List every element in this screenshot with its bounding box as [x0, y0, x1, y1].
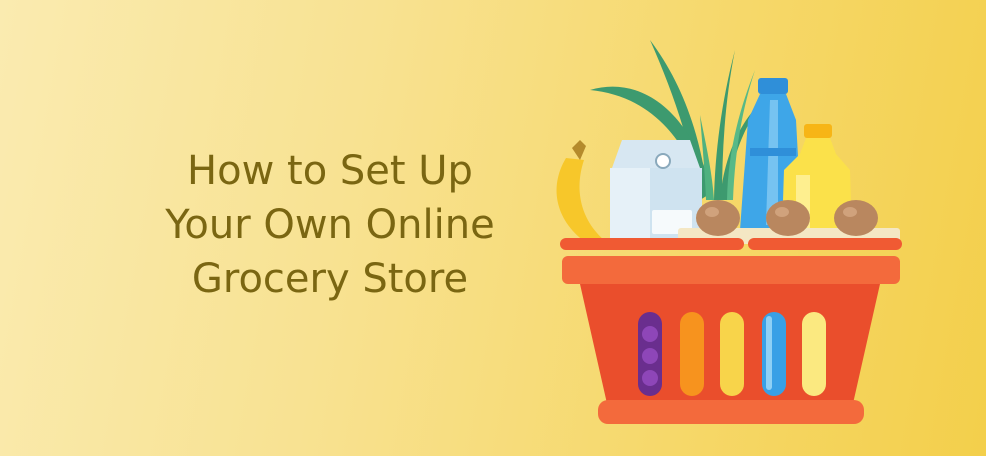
basket-rim — [562, 256, 900, 284]
egg-tray — [678, 200, 900, 244]
grocery-basket-illustration — [556, 40, 902, 424]
banner-title: How to Set Up Your Own Online Grocery St… — [120, 144, 540, 306]
basket-handle — [560, 238, 902, 250]
hero-banner: How to Set Up Your Own Online Grocery St… — [0, 0, 986, 456]
banner-title-line-1: How to Set Up — [187, 148, 473, 194]
banner-title-line-2: Your Own Online — [165, 202, 495, 248]
banner-title-line-3: Grocery Store — [191, 256, 469, 302]
basket-base — [598, 400, 864, 424]
banana — [556, 140, 612, 246]
